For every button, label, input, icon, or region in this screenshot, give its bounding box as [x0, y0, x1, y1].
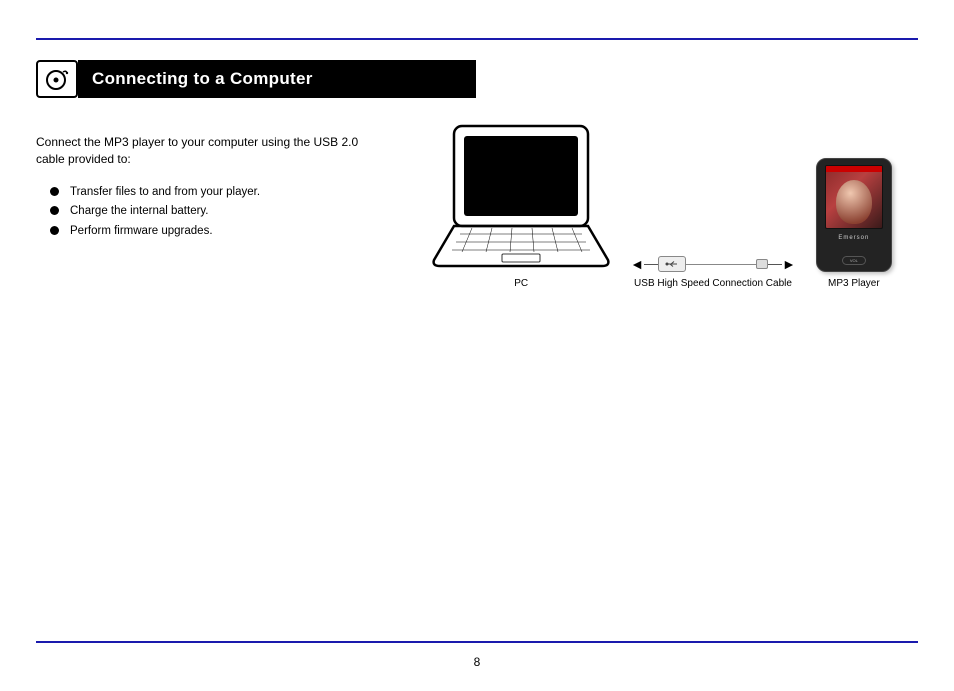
- arrow-right-icon: ►: [782, 256, 796, 272]
- mp3-vol-button: VOL: [842, 256, 866, 265]
- arrow-left-icon: ◄: [630, 256, 644, 272]
- section-title-bar: Connecting to a Computer: [78, 60, 476, 98]
- mp3-device: Emerson VOL MP3 Player: [816, 158, 892, 289]
- bullet-list: Transfer files to and from your player. …: [36, 183, 366, 242]
- diagram-area: PC ◄ ► USB High Speed Con: [406, 116, 918, 289]
- cable-label: USB High Speed Connection Cable: [634, 278, 792, 289]
- section-icon-disc: [36, 60, 78, 98]
- laptop-icon: [432, 122, 610, 272]
- pc-label: PC: [514, 278, 528, 289]
- intro-text: Connect the MP3 player to your computer …: [36, 134, 366, 169]
- mp3-brand-label: Emerson: [838, 235, 869, 241]
- mp3-label: MP3 Player: [828, 278, 880, 289]
- content-area: Connect the MP3 player to your computer …: [36, 116, 918, 289]
- page-number: 8: [0, 655, 954, 669]
- pc-device: PC: [432, 122, 610, 289]
- section-header: Connecting to a Computer: [36, 60, 918, 98]
- cable-device: ◄ ► USB High Speed Connection Cable: [630, 256, 796, 289]
- bullet-item: Transfer files to and from your player.: [50, 183, 366, 203]
- bullet-item: Charge the internal battery.: [50, 202, 366, 222]
- text-column: Connect the MP3 player to your computer …: [36, 116, 366, 289]
- mp3-album-art: [836, 180, 872, 224]
- mp3-status-bar: [826, 166, 882, 172]
- usb-a-plug-icon: [658, 256, 686, 272]
- disc-icon: [44, 66, 70, 92]
- cable-segment: [768, 264, 782, 265]
- cable-segment: [644, 264, 658, 265]
- top-divider: [36, 38, 918, 40]
- usb-mini-plug-icon: [756, 259, 768, 269]
- bottom-divider: [36, 641, 918, 643]
- section-title: Connecting to a Computer: [92, 69, 313, 89]
- cable-cord: [686, 264, 756, 265]
- mp3-player-icon: Emerson VOL: [816, 158, 892, 272]
- bullet-item: Perform firmware upgrades.: [50, 222, 366, 242]
- mp3-screen: [825, 165, 883, 229]
- usb-symbol-icon: [665, 260, 679, 268]
